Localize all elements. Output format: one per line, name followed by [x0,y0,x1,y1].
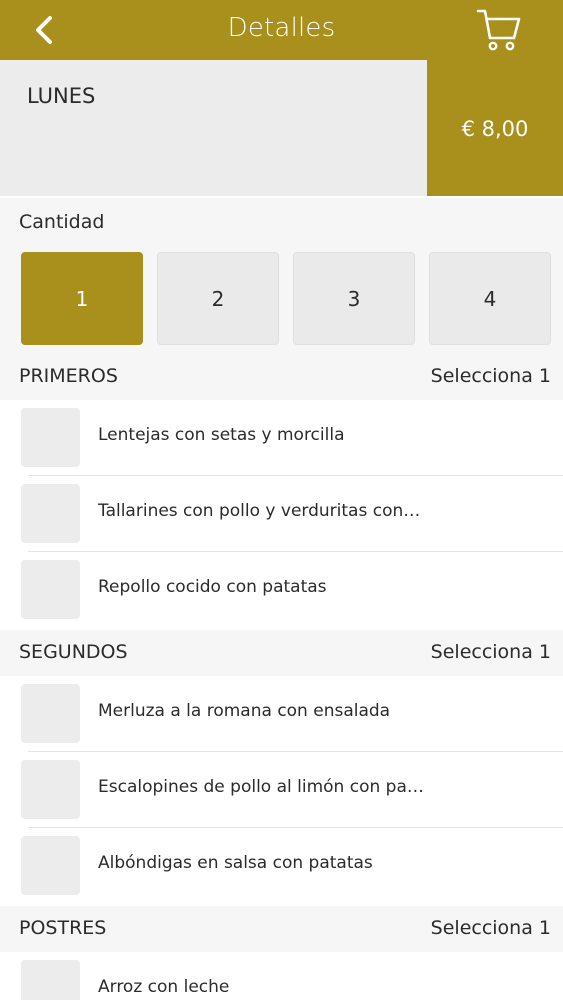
app-header: Detalles [0,0,563,60]
day-card: LUNES [0,60,427,196]
section-hint: Selecciona 1 [430,641,551,663]
list-item[interactable]: Albóndigas en salsa con patatas [0,828,563,904]
item-checkbox[interactable] [21,684,80,743]
list-item[interactable]: Tallarines con pollo y verduritas con… [0,476,563,552]
shopping-cart-icon [476,9,521,51]
item-name: Merluza a la romana con ensalada [98,701,391,721]
item-checkbox[interactable] [21,408,80,467]
section-title: PRIMEROS [19,365,118,387]
section-hint: Selecciona 1 [430,365,551,387]
price-box: € 8,00 [427,60,563,196]
day-label: LUNES [27,84,96,108]
item-checkbox[interactable] [21,484,80,543]
quantity-label: Cantidad [19,211,105,233]
quantity-option-3[interactable]: 3 [293,252,415,345]
list-item[interactable]: Merluza a la romana con ensalada [0,676,563,752]
item-name: Lentejas con setas y morcilla [98,425,345,445]
quantity-section: Cantidad 1 2 3 4 [0,196,563,354]
quantity-option-4[interactable]: 4 [429,252,551,345]
item-name: Escalopines de pollo al limón con pa… [98,777,424,797]
cart-button[interactable] [475,6,523,54]
item-checkbox[interactable] [21,960,80,1000]
section-hint: Selecciona 1 [430,917,551,939]
section-title: POSTRES [19,917,107,939]
quantity-option-1[interactable]: 1 [21,252,143,345]
list-item[interactable]: Arroz con leche [0,952,563,1000]
item-checkbox[interactable] [21,836,80,895]
list-item[interactable]: Escalopines de pollo al limón con pa… [0,752,563,828]
item-name: Tallarines con pollo y verduritas con… [98,501,421,521]
list-item[interactable]: Lentejas con setas y morcilla [0,400,563,476]
section-title: SEGUNDOS [19,641,128,663]
section-header-postres: POSTRES Selecciona 1 [0,906,563,952]
list-item[interactable]: Repollo cocido con patatas [0,552,563,628]
item-name: Arroz con leche [98,977,230,997]
section-header-segundos: SEGUNDOS Selecciona 1 [0,630,563,676]
item-checkbox[interactable] [21,560,80,619]
item-checkbox[interactable] [21,760,80,819]
price-label: € 8,00 [461,117,529,141]
item-name: Repollo cocido con patatas [98,577,327,597]
item-name: Albóndigas en salsa con patatas [98,853,373,873]
section-header-primeros: PRIMEROS Selecciona 1 [0,354,563,400]
quantity-option-2[interactable]: 2 [157,252,279,345]
